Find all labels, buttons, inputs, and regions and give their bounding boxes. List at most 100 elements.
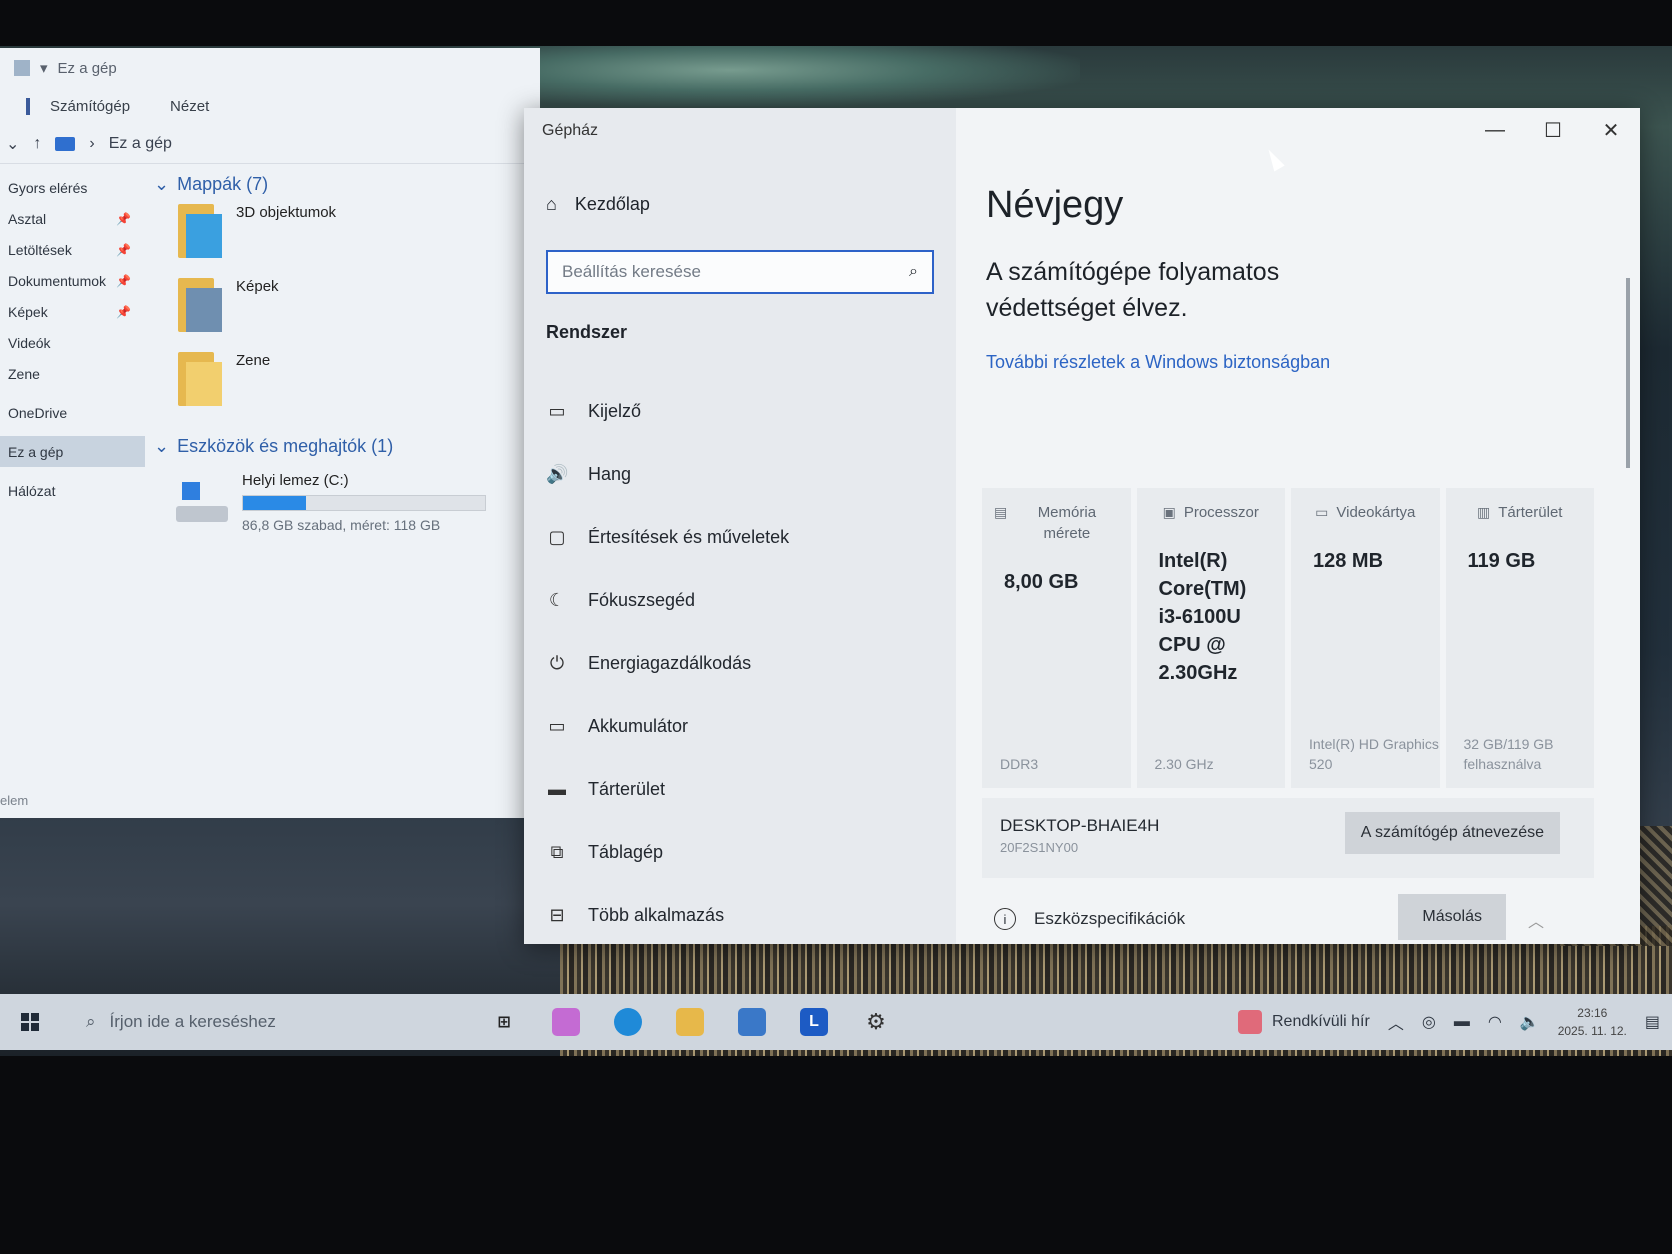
sidebar-item-focus-assist[interactable]: ☾ Fókuszsegéd <box>546 569 936 632</box>
clock[interactable]: 23:16 2025. 11. 12. <box>1558 1004 1627 1040</box>
graphics-card: ▭ Videokártya 128 MB Intel(R) HD Graphics… <box>1291 488 1440 788</box>
nav-item-desktop[interactable]: Asztal 📌 <box>0 203 145 234</box>
volume-icon[interactable]: 🔈 <box>1520 1012 1540 1032</box>
nav-item-videos[interactable]: Videók <box>0 327 145 358</box>
chevron-up-icon[interactable]: ︿ <box>1528 908 1544 932</box>
pin-icon: 📌 <box>116 273 131 288</box>
sidebar-item-label: Fókuszsegéd <box>588 590 696 610</box>
sidebar-item-battery[interactable]: ▭ Akkumulátor <box>546 695 936 758</box>
task-view-icon[interactable]: ⊞ <box>490 1008 518 1036</box>
sidebar-item-display[interactable]: ▭ Kijelző <box>546 380 936 443</box>
settings-gear-icon[interactable]: ⚙ <box>862 1008 890 1036</box>
sidebar-item-label: Hang <box>588 464 632 484</box>
drive-free-space: 86,8 GB szabad, méret: 118 GB <box>242 517 441 533</box>
system-tray: Rendkívüli hír ︿ ◎ ▬ ◠ 🔈 23:16 2025. 11.… <box>1238 994 1672 1050</box>
close-button[interactable]: ✕ <box>1582 108 1640 152</box>
nav-item-music[interactable]: Zene <box>0 358 145 389</box>
folder-3d-objects[interactable]: 3D objektumok <box>150 204 540 278</box>
taskbar-search[interactable]: ⌕ Írjon ide a kereséshez <box>60 1012 410 1032</box>
nav-item-pictures[interactable]: Képek 📌 <box>0 296 145 327</box>
sidebar-item-notifications[interactable]: ▢ Értesítések és műveletek <box>546 506 936 569</box>
maximize-button[interactable]: ☐ <box>1524 108 1582 152</box>
display-icon: ▭ <box>548 401 566 421</box>
drive-c[interactable]: Helyi lemez (C:) 86,8 GB szabad, méret: … <box>150 472 540 533</box>
settings-window: Gépház ⌂ Kezdőlap ⌕ Rendszer ▭ Kijelző 🔊 Ha… <box>524 108 1640 944</box>
notification-center-icon[interactable]: ▤ <box>1645 1012 1660 1032</box>
outlook-icon[interactable] <box>738 1008 766 1036</box>
nav-item-quick-access[interactable]: Gyors elérés <box>0 172 145 203</box>
scrollbar[interactable] <box>1626 278 1630 468</box>
nav-item-network[interactable]: Hálózat <box>0 475 145 506</box>
storage-card: ▥ Tárterület 119 GB 32 GB/119 GB felhaszn… <box>1445 488 1594 788</box>
card-label: Processzor <box>1183 504 1259 521</box>
storage-icon: ▬ <box>548 779 566 799</box>
nav-item-downloads[interactable]: Letöltések 📌 <box>0 234 145 265</box>
chevron-down-icon[interactable]: ⌄ <box>6 134 19 154</box>
copilot-icon[interactable] <box>552 1008 580 1036</box>
search-input[interactable] <box>562 262 882 282</box>
home-icon: ⌂ <box>546 194 557 214</box>
sidebar-item-label: Több alkalmazás <box>588 905 725 925</box>
sidebar-item-label: Tárterület <box>588 779 666 799</box>
battery-icon: ▭ <box>548 716 566 736</box>
app-l-icon[interactable]: L <box>800 1008 828 1036</box>
up-arrow-icon[interactable]: ↑ <box>33 135 41 153</box>
sidebar-item-multitasking[interactable]: ⊟ Több alkalmazás <box>546 884 936 947</box>
processor-card: ▣ Processzor Intel(R) Core(TM) i3-6100U C… <box>1136 488 1285 788</box>
chevron-down-icon[interactable]: ⌄ <box>154 436 169 457</box>
sidebar-item-storage[interactable]: ▬ Tárterület <box>546 758 936 821</box>
chevron-down-icon[interactable]: ⌄ <box>154 174 169 195</box>
folder-icon <box>178 204 222 258</box>
rename-pc-button[interactable]: A számítógép átnevezése <box>1344 812 1560 854</box>
sidebar-item-sound[interactable]: 🔊 Hang <box>546 443 936 506</box>
sidebar-item-label: Akkumulátor <box>588 716 689 736</box>
pin-icon: 📌 <box>116 211 131 226</box>
folder-icon <box>178 278 222 332</box>
meet-icon[interactable]: ◎ <box>1422 1012 1436 1032</box>
file-explorer-icon[interactable] <box>676 1008 704 1036</box>
notifications-icon: ▢ <box>548 527 566 547</box>
section-heading: Rendszer <box>546 322 628 342</box>
news-widget[interactable]: Rendkívüli hír <box>1238 1010 1370 1034</box>
battery-icon[interactable]: ▬ <box>1454 1013 1470 1031</box>
minimize-button[interactable]: — <box>1466 108 1524 152</box>
explorer-window-title: Ez a gép <box>57 59 117 77</box>
card-label: Videokártya <box>1336 504 1416 521</box>
chevron-up-icon[interactable]: ︿ <box>1388 1010 1404 1034</box>
folder-pictures[interactable]: Képek <box>150 278 540 352</box>
settings-search[interactable]: ⌕ <box>546 250 934 294</box>
start-button[interactable] <box>0 1013 60 1031</box>
drive-usage-fill <box>243 496 306 510</box>
quick-access-toolbar-icon[interactable] <box>14 60 30 76</box>
info-icon: i <box>994 908 1016 930</box>
sound-icon: 🔊 <box>546 464 569 484</box>
processor-icon: ▣ <box>1162 504 1176 520</box>
nav-item-onedrive[interactable]: OneDrive <box>0 397 145 428</box>
copy-button[interactable]: Másolás <box>1398 894 1506 940</box>
sidebar-item-power[interactable]: ⏻ Energiagazdálkodás <box>546 632 936 695</box>
devices-group-header[interactable]: ⌄ Eszközök és meghajtók (1) <box>150 426 540 466</box>
folders-group-header[interactable]: ⌄ Mappák (7) <box>150 164 540 204</box>
navigation-pane: Gyors elérés Asztal 📌 Letöltések 📌 Dokumen… <box>0 172 145 506</box>
sidebar-item-tablet[interactable]: ⧉ Táblagép <box>546 821 936 884</box>
search-icon[interactable]: ⌕ <box>909 263 918 281</box>
memory-card: ▤ Memória mérete 8,00 GB DDR3 <box>982 488 1131 788</box>
breadcrumb[interactable]: Ez a gép <box>109 135 172 153</box>
device-specs-header[interactable]: i Eszközspecifikációk Másolás ︿ <box>982 894 1594 944</box>
window-controls: — ☐ ✕ <box>1466 108 1640 152</box>
edge-icon[interactable] <box>614 1008 642 1036</box>
news-icon <box>1238 1010 1262 1034</box>
windows-security-link[interactable]: További részletek a Windows biztonságban <box>986 352 1330 373</box>
tab-view[interactable]: Nézet <box>170 98 209 115</box>
nav-home[interactable]: ⌂ Kezdőlap <box>546 194 650 215</box>
sidebar-item-label: Kijelző <box>588 401 642 421</box>
folder-music[interactable]: Zene <box>150 352 540 426</box>
pin-icon: 📌 <box>116 304 131 319</box>
tab-computer[interactable]: Számítógép <box>26 97 130 115</box>
address-bar[interactable]: ⌄ ↑ › Ez a gép <box>0 124 540 164</box>
nav-item-documents[interactable]: Dokumentumok 📌 <box>0 265 145 296</box>
settings-sidebar: Gépház ⌂ Kezdőlap ⌕ Rendszer ▭ Kijelző 🔊 Ha… <box>524 108 956 944</box>
wifi-icon[interactable]: ◠ <box>1488 1012 1502 1032</box>
nav-item-this-pc[interactable]: Ez a gép <box>0 436 145 467</box>
dropdown-icon[interactable]: ▾ <box>40 59 48 77</box>
